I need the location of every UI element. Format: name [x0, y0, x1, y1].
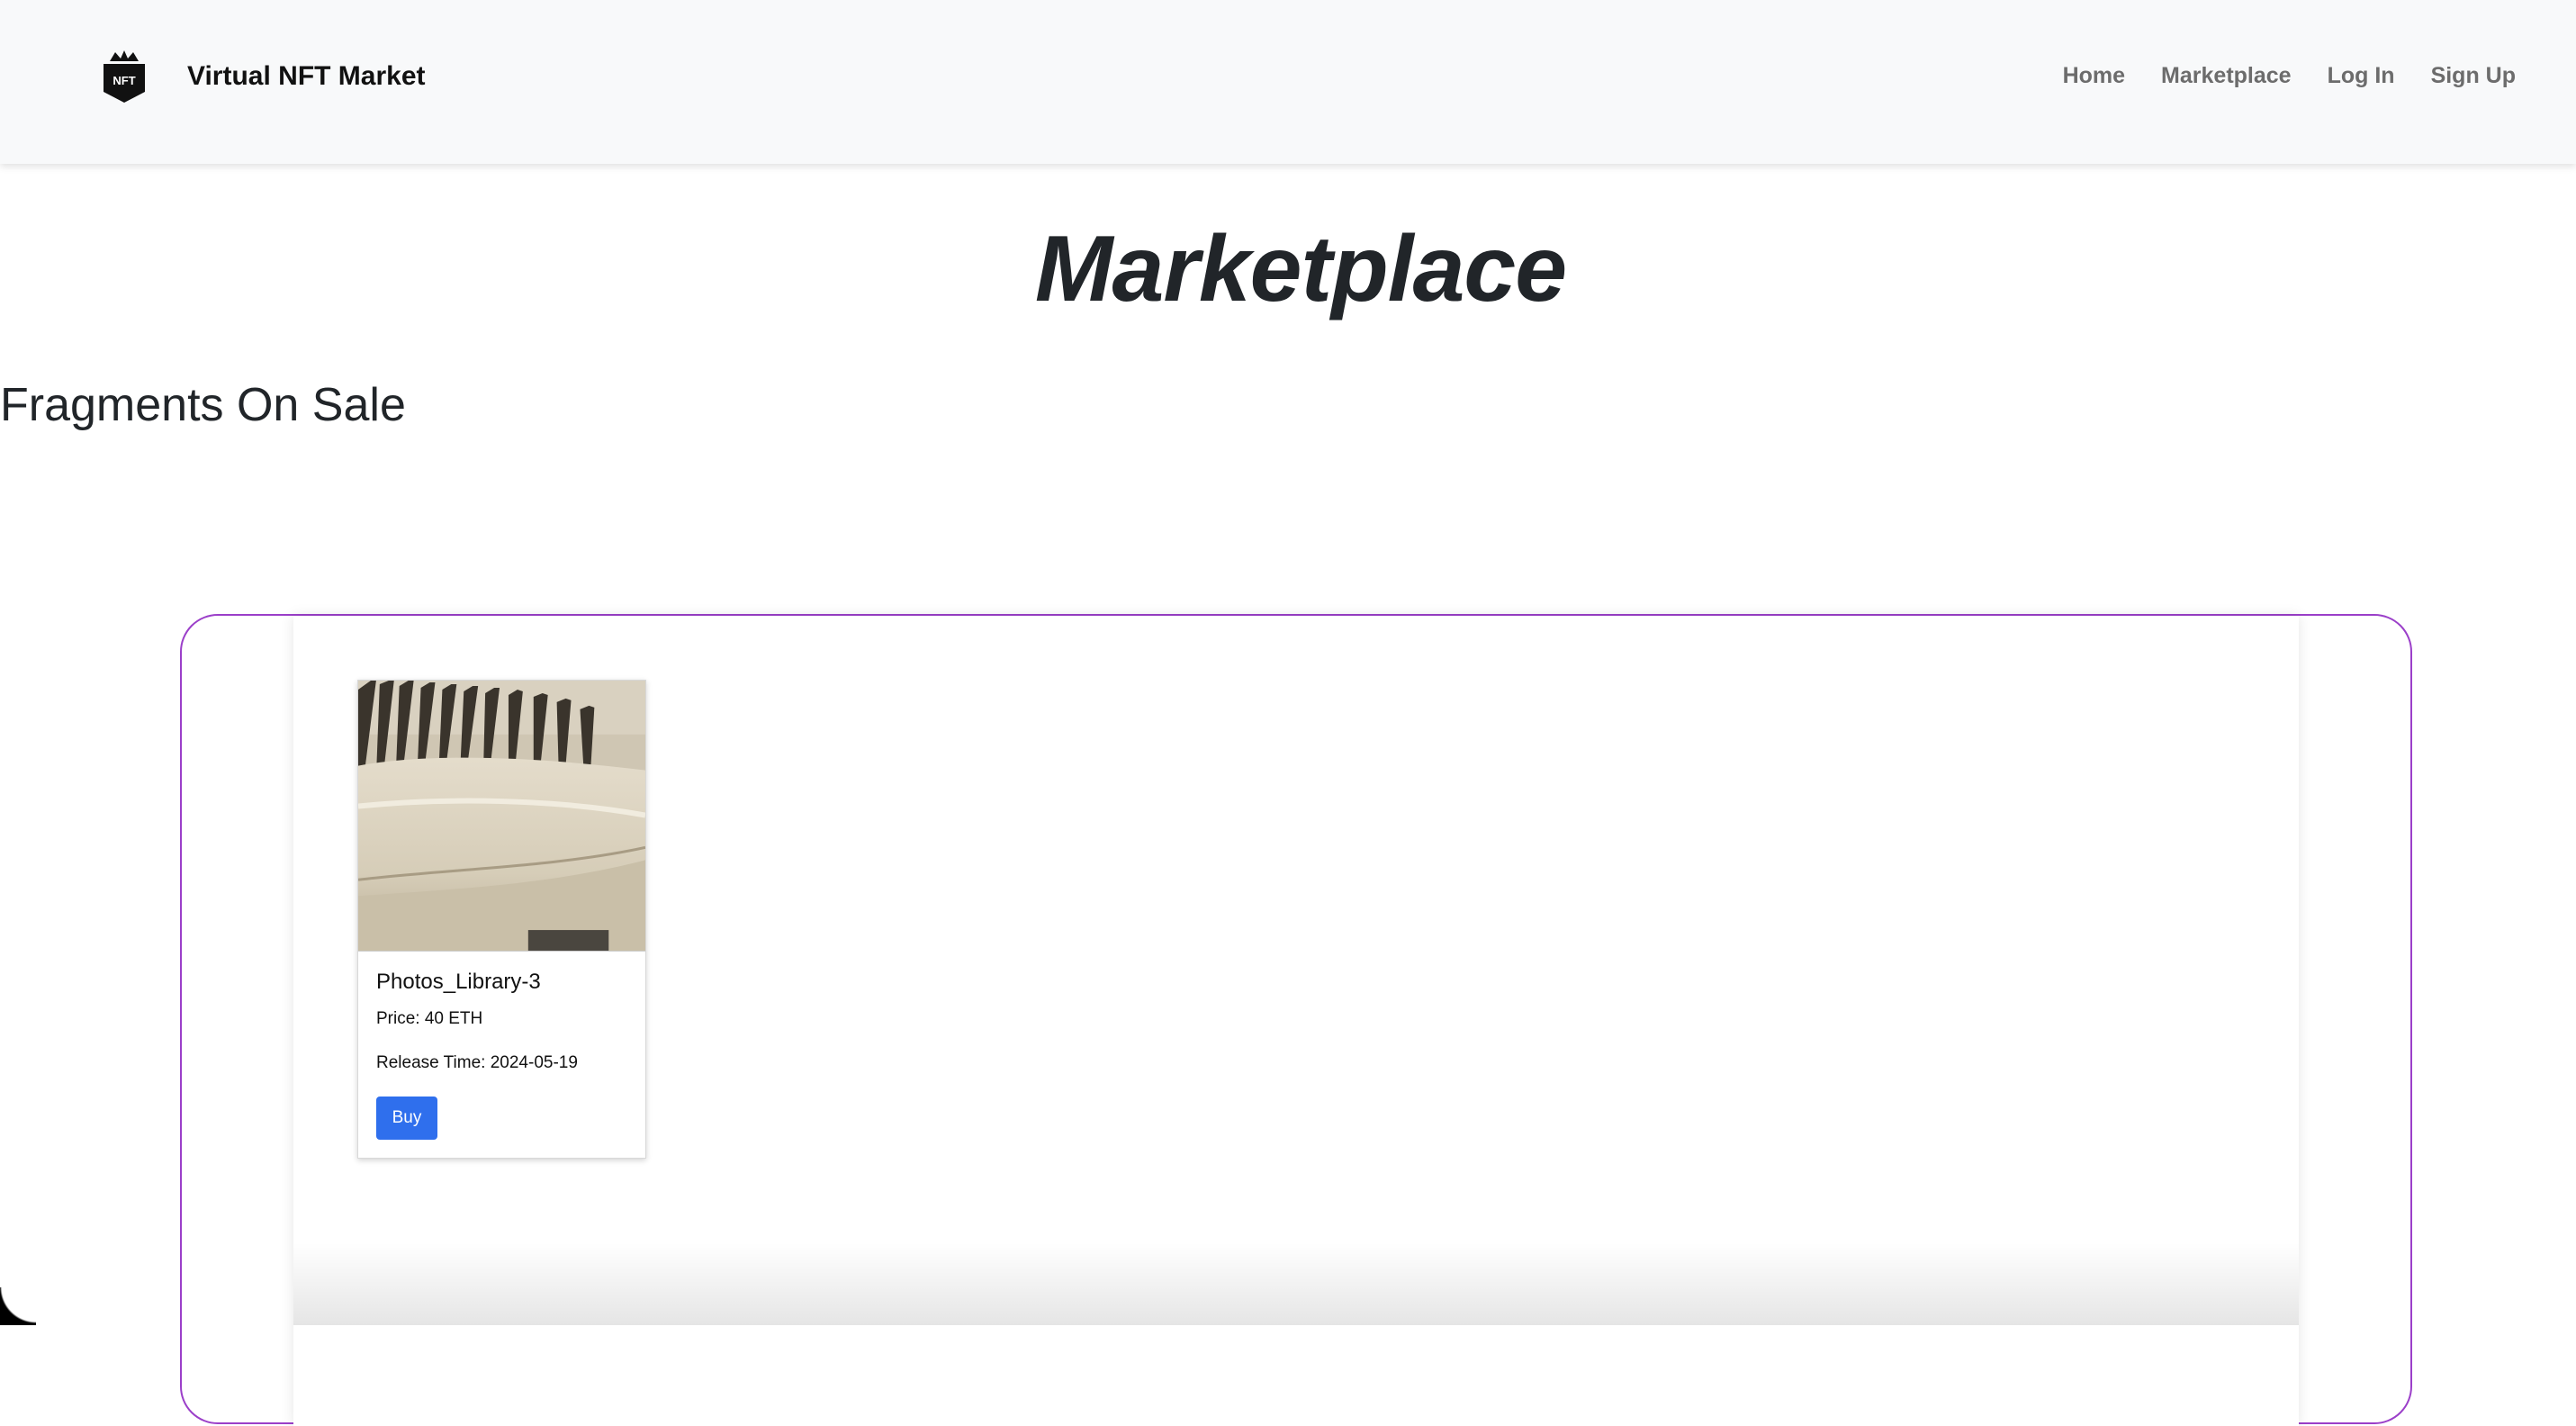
nav-menu: Home Marketplace Log In Sign Up — [2063, 63, 2516, 89]
navbar: NFT Virtual NFT Market Home Marketplace … — [0, 0, 2576, 164]
window-corner — [0, 1287, 36, 1325]
nft-thumbnail-image — [358, 681, 645, 952]
nav-signup-link[interactable]: Sign Up — [2431, 63, 2516, 89]
page-title: Marketplace — [1034, 217, 1567, 321]
nft-crown-logo-icon: NFT — [104, 50, 145, 103]
nft-name: Photos_Library-3 — [376, 970, 541, 994]
panel-shadow — [293, 1242, 2299, 1325]
nft-price: Price: 40 ETH — [376, 1009, 483, 1028]
nft-card: Photos_Library-3 Price: 40 ETH Release T… — [357, 680, 646, 1159]
nav-home-link[interactable]: Home — [2063, 63, 2125, 89]
nav-login-link[interactable]: Log In — [2328, 63, 2395, 89]
brand-name: Virtual NFT Market — [187, 61, 426, 91]
nav-marketplace-link[interactable]: Marketplace — [2161, 63, 2292, 89]
svg-text:NFT: NFT — [113, 74, 135, 87]
section-heading: Fragments On Sale — [0, 379, 406, 431]
brand-link[interactable]: NFT Virtual NFT Market — [101, 49, 426, 104]
nft-release-time: Release Time: 2024-05-19 — [376, 1053, 578, 1072]
buy-button[interactable]: Buy — [376, 1097, 437, 1140]
